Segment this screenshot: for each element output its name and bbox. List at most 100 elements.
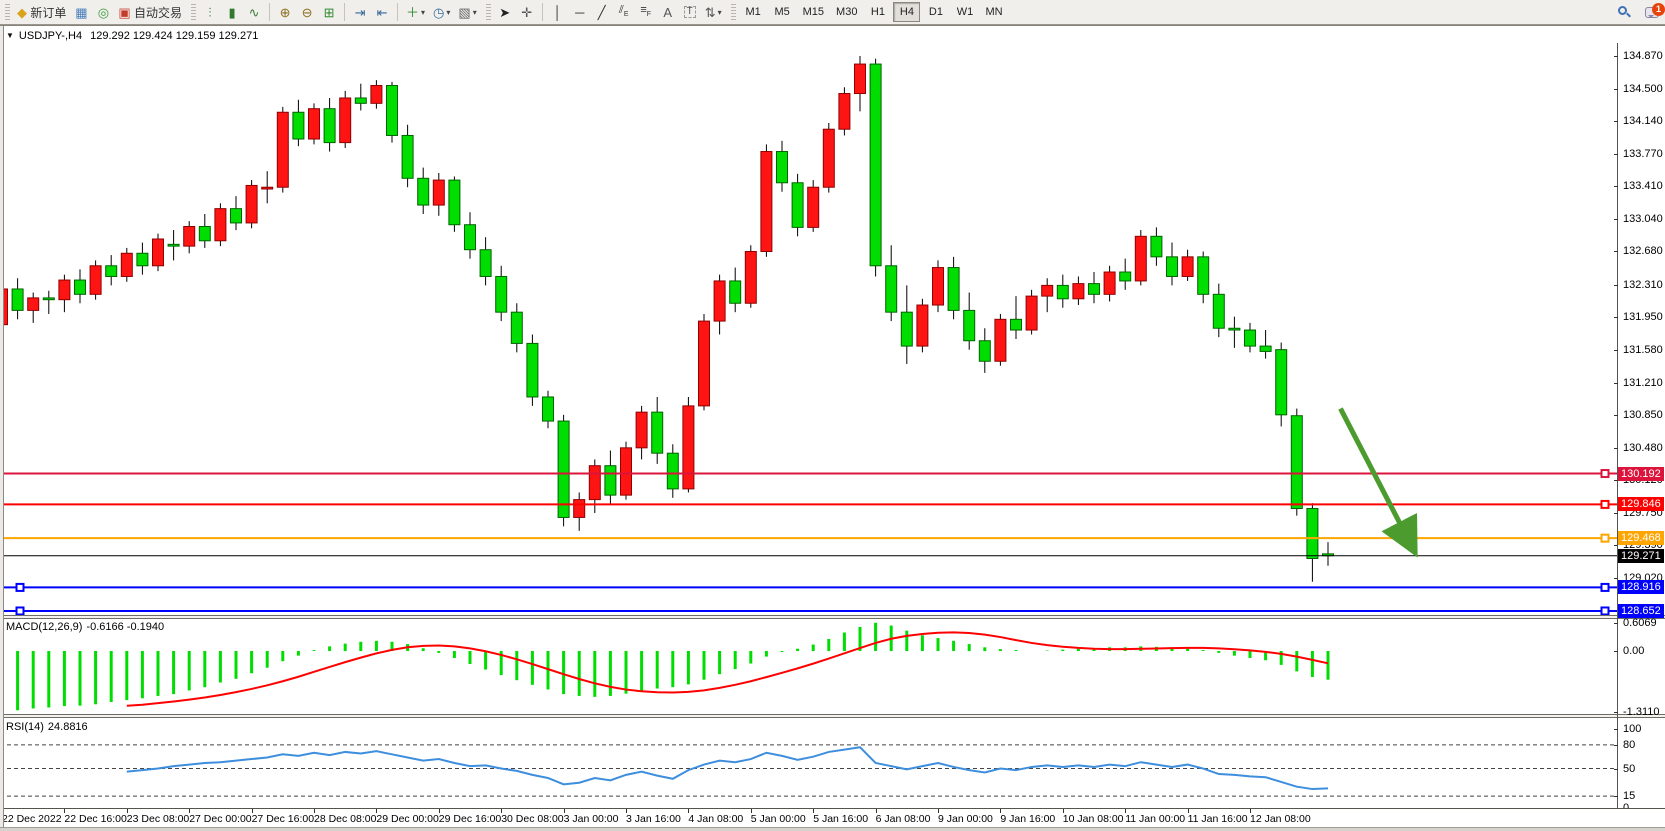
rsi-axis-tick: 80	[1623, 739, 1635, 751]
zoom-out-icon: ⊖	[302, 6, 313, 19]
tile-windows-button[interactable]: ⊞	[318, 2, 340, 23]
tile-windows-icon: ⊞	[324, 6, 335, 19]
rsi-line	[127, 747, 1328, 789]
toolbar-grip[interactable]	[731, 4, 736, 20]
clock-icon: ◷	[433, 6, 444, 19]
auto-trading-icon: ▣	[118, 6, 130, 19]
macd-pane[interactable]: MACD(12,26,9)-0.6166 -0.1940	[0, 618, 1617, 714]
timeframe-button-H1[interactable]: H1	[864, 2, 891, 22]
trend-arrow[interactable]	[1340, 409, 1415, 554]
navigator-button[interactable]: ◎	[92, 2, 114, 23]
horizontal-line-icon: ─	[575, 6, 584, 19]
macd-axis-tick: -1.3110	[1623, 706, 1660, 718]
new-order-icon: ◆	[17, 6, 27, 19]
zoom-out-button[interactable]: ⊖	[296, 2, 318, 23]
zoom-in-button[interactable]: ⊕	[274, 2, 296, 23]
timeframe-button-W1[interactable]: W1	[951, 2, 978, 22]
vertical-line-tool[interactable]: │	[547, 2, 569, 23]
trendline-tool[interactable]: ╱	[591, 2, 613, 23]
timeframe-buttons: M1M5M15M30H1H4D1W1MN	[739, 2, 1009, 22]
symbol-period-label: USDJPY-,H4	[19, 30, 82, 42]
price-tick: 131.950	[1623, 311, 1663, 323]
bar-chart-mode-button[interactable]: ⫶	[199, 2, 221, 23]
fibonacci-icon: ≡F	[640, 5, 651, 18]
rsi-pane[interactable]: RSI(14)24.8816	[0, 718, 1617, 808]
price-axis[interactable]: 134.870134.500134.140133.770133.410133.0…	[1617, 43, 1665, 808]
time-tick-label: 5 Jan 16:00	[813, 813, 868, 825]
new-order-label: 新订单	[30, 4, 66, 21]
timeframe-button-M5[interactable]: M5	[769, 2, 796, 22]
timeframe-button-M15[interactable]: M15	[798, 2, 829, 22]
search-icon	[1618, 6, 1630, 18]
toolbar-separator	[397, 3, 398, 21]
periods-button[interactable]: ◷▾	[429, 2, 454, 23]
chevron-down-icon: ▾	[421, 8, 425, 17]
toolbar-grip[interactable]	[486, 4, 491, 20]
label-tool[interactable]: T	[679, 2, 701, 23]
candle-chart-mode-button[interactable]: ▮	[221, 2, 243, 23]
arrows-tool[interactable]: ⇅▾	[701, 2, 726, 23]
macd-axis-tick: 0.6069	[1623, 617, 1657, 629]
macd-axis-tick: 0.00	[1623, 645, 1644, 657]
zoom-in-icon: ⊕	[280, 6, 291, 19]
price-tick: 131.580	[1623, 344, 1663, 356]
price-tick: 134.500	[1623, 83, 1663, 95]
text-tool[interactable]: A	[657, 2, 679, 23]
new-order-button[interactable]: ◆ 新订单	[13, 2, 70, 23]
chevron-down-icon: ▾	[473, 8, 477, 17]
channel-tool[interactable]: ⫽E	[613, 2, 635, 23]
time-axis[interactable]: 22 Dec 202222 Dec 16:0023 Dec 08:00 27 De…	[0, 809, 1665, 827]
chat-button[interactable]: 1	[1645, 7, 1659, 18]
cursor-tool-button[interactable]: ➤	[494, 2, 516, 23]
add-indicator-icon: ＋	[406, 6, 419, 19]
macd-label: MACD(12,26,9)-0.6166 -0.1940	[6, 621, 168, 633]
time-tick-label: 29 Dec 00:00	[376, 813, 438, 825]
time-tick-label: 27 Dec 16:00	[252, 813, 314, 825]
macd-signal-line	[127, 632, 1328, 705]
collapse-triangle-icon[interactable]: ▼	[6, 31, 14, 40]
timeframe-button-H4[interactable]: H4	[893, 2, 920, 22]
price-tick: 130.480	[1623, 442, 1663, 454]
window-frame-bottom	[0, 827, 1665, 831]
auto-trading-button[interactable]: ▣ 自动交易	[114, 2, 186, 23]
indicators-button[interactable]: ＋▾	[402, 2, 429, 23]
candlesticks	[0, 56, 1334, 582]
time-tick-label: 12 Jan 08:00	[1250, 813, 1311, 825]
text-icon: A	[663, 6, 672, 19]
horizontal-line-tool[interactable]: ─	[569, 2, 591, 23]
ohlc-values: 129.292 129.424 129.159 129.271	[90, 30, 258, 42]
timeframe-button-M30[interactable]: M30	[831, 2, 862, 22]
time-tick-label: 22 Dec 16:00	[64, 813, 126, 825]
price-tick: 131.210	[1623, 377, 1663, 389]
timeframe-button-MN[interactable]: MN	[980, 2, 1007, 22]
chevron-down-icon: ▾	[446, 8, 450, 17]
time-tick-label: 4 Jan 08:00	[688, 813, 743, 825]
main-chart-canvas[interactable]	[0, 43, 1617, 615]
fibonacci-tool[interactable]: ≡F	[635, 2, 657, 23]
trendline-icon: ╱	[598, 6, 606, 19]
time-tick-label: 22 Dec 2022	[2, 813, 62, 825]
cursor-icon: ➤	[499, 6, 510, 19]
auto-scroll-button[interactable]: ⇥	[349, 2, 371, 23]
hline-price-badge: 129.846	[1618, 497, 1664, 511]
line-chart-icon: ∿	[249, 6, 260, 19]
arrows-icon: ⇅	[705, 6, 716, 19]
rsi-axis-tick: 50	[1623, 763, 1635, 775]
market-watch-button[interactable]: ▦	[70, 2, 92, 23]
time-tick-label: 9 Jan 16:00	[1000, 813, 1055, 825]
timeframe-button-M1[interactable]: M1	[740, 2, 767, 22]
crosshair-tool-button[interactable]: ✛	[516, 2, 538, 23]
time-tick-label: 6 Jan 08:00	[876, 813, 931, 825]
time-tick-label: 23 Dec 08:00	[127, 813, 189, 825]
toolbar-grip[interactable]	[191, 4, 196, 20]
toolbar-grip[interactable]	[5, 4, 10, 20]
chart-window: ▼ USDJPY-,H4 129.292 129.424 129.159 129…	[0, 25, 1665, 830]
hline-price-badge: 128.652	[1618, 604, 1664, 618]
hline-price-badge: 128.916	[1618, 580, 1664, 594]
auto-trading-label: 自动交易	[134, 4, 182, 21]
templates-button[interactable]: ▧▾	[454, 2, 480, 23]
timeframe-button-D1[interactable]: D1	[922, 2, 949, 22]
line-chart-mode-button[interactable]: ∿	[243, 2, 265, 23]
chart-shift-button[interactable]: ⇤	[371, 2, 393, 23]
search-button[interactable]	[1613, 2, 1635, 23]
